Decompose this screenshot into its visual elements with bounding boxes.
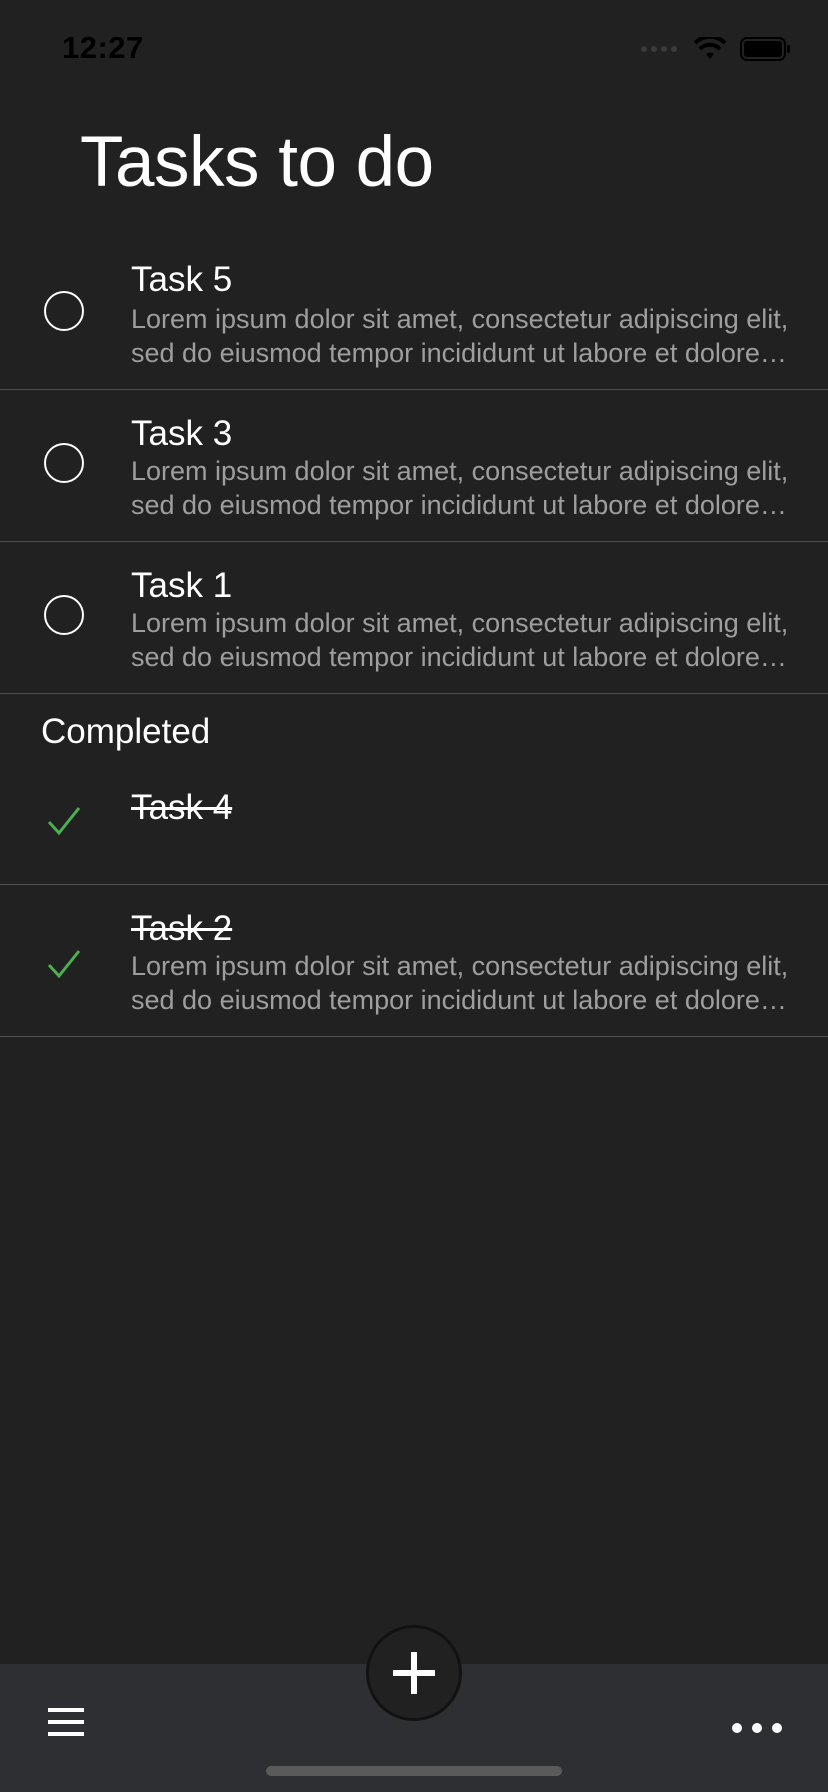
incomplete-circle-icon[interactable] [44, 595, 84, 635]
battery-icon [740, 37, 790, 61]
task-description: Lorem ipsum dolor sit amet, consectetur … [131, 456, 789, 520]
completed-task-row[interactable]: Task 2 Lorem ipsum dolor sit amet, conse… [0, 885, 828, 1037]
task-description: Lorem ipsum dolor sit amet, consectetur … [131, 304, 789, 368]
checkmark-icon[interactable] [45, 945, 83, 983]
task-row[interactable]: Task 3 Lorem ipsum dolor sit amet, conse… [0, 390, 828, 542]
hamburger-menu-icon[interactable] [46, 1706, 86, 1738]
checkmark-icon[interactable] [45, 802, 83, 840]
page-title: Tasks to do [80, 123, 434, 202]
task-title: Task 1 [131, 566, 233, 605]
status-time: 12:27 [62, 30, 144, 65]
task-description: Lorem ipsum dolor sit amet, consectetur … [131, 951, 789, 1015]
task-title: Task 3 [131, 414, 233, 453]
task-title: Task 2 [131, 909, 233, 948]
cellular-signal-icon [641, 46, 677, 52]
task-row[interactable]: Task 1 Lorem ipsum dolor sit amet, conse… [0, 542, 828, 694]
more-dots-icon[interactable] [730, 1716, 784, 1740]
status-bar: 12:27 [0, 0, 828, 100]
task-title: Task 5 [131, 260, 233, 299]
status-icons [640, 36, 792, 62]
task-description: Lorem ipsum dolor sit amet, consectetur … [131, 608, 789, 672]
completed-task-row[interactable]: Task 4 [0, 694, 828, 885]
task-row[interactable]: Task 5 Lorem ipsum dolor sit amet, conse… [0, 238, 828, 390]
add-task-button[interactable] [366, 1625, 462, 1721]
home-indicator [266, 1766, 562, 1776]
task-title: Task 4 [131, 788, 233, 827]
plus-icon [393, 1652, 435, 1694]
incomplete-circle-icon[interactable] [44, 291, 84, 331]
incomplete-circle-icon[interactable] [44, 443, 84, 483]
wifi-icon [694, 37, 726, 59]
